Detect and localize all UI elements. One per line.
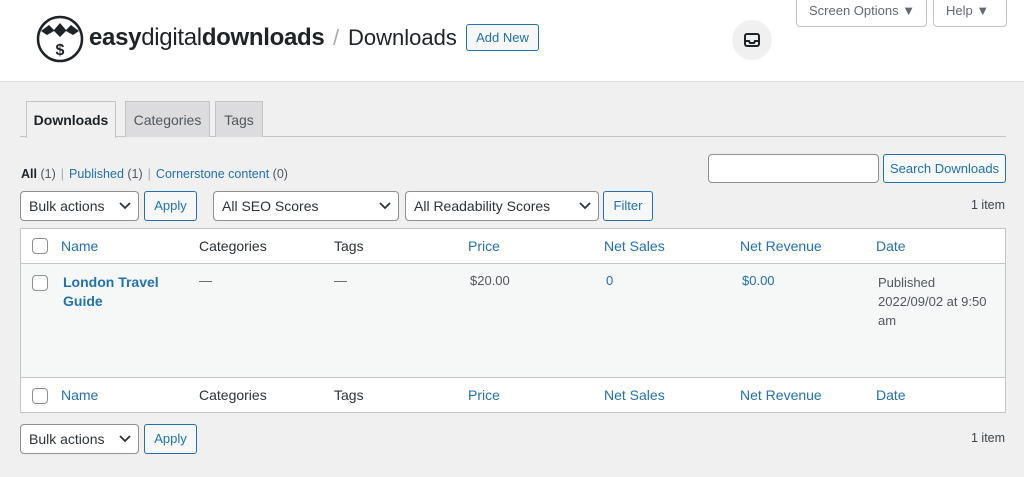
view-cornerstone-link[interactable]: Cornerstone content (0) [156,167,288,181]
cell-net-revenue[interactable]: $0.00 [742,273,775,288]
table-footer: Name Categories Tags Price Net Sales Net… [21,377,1005,412]
view-separator: | [60,167,64,181]
cell-tags: — [334,273,347,288]
seo-scores-select[interactable]: All SEO Scores [213,191,399,221]
view-separator: | [147,167,151,181]
brand-part-3: downloads [201,24,325,51]
column-net-revenue[interactable]: Net Revenue [740,238,822,254]
nav-tabs: Downloads Categories Tags [20,101,1006,138]
brand-part-1: easy [89,24,142,51]
column-name[interactable]: Name [61,238,98,254]
svg-text:$: $ [56,42,65,59]
chevron-down-icon [579,202,591,210]
table-header: Name Categories Tags Price Net Sales Net… [21,229,1005,264]
column-net-revenue[interactable]: Net Revenue [740,387,822,403]
view-all-count: (1) [40,167,56,181]
chevron-down-icon [119,202,131,210]
help-button[interactable]: Help ▼ [933,0,1007,27]
view-published-count: (1) [127,167,143,181]
tab-tags[interactable]: Tags [215,101,263,137]
view-all-label: All [21,167,37,181]
bulk-actions-select-top[interactable]: Bulk actions [20,191,139,221]
bulk-actions-select-bottom[interactable]: Bulk actions [20,424,139,454]
view-filters: All (1) | Published (1) | Cornerstone conten… [21,167,288,181]
column-price[interactable]: Price [468,238,500,254]
search-input[interactable] [708,154,879,183]
cell-net-sales[interactable]: 0 [606,273,613,288]
seo-scores-value: All SEO Scores [222,198,319,214]
tab-downloads[interactable]: Downloads [26,101,116,138]
apply-button-top[interactable]: Apply [144,191,197,221]
column-date[interactable]: Date [876,387,906,403]
select-all-checkbox-bottom[interactable] [32,388,48,404]
view-all-link[interactable]: All (1) [21,167,56,181]
cell-price: $20.00 [470,273,510,288]
chevron-down-icon [379,202,391,210]
inbox-icon [744,33,760,47]
readability-scores-value: All Readability Scores [414,198,551,214]
column-name[interactable]: Name [61,387,98,403]
bulk-actions-value: Bulk actions [29,431,105,447]
view-cornerstone-label: Cornerstone content [155,167,270,181]
column-categories: Categories [199,387,267,403]
items-count-top: 1 item [971,198,1006,212]
inbox-button[interactable] [732,20,772,60]
brand-part-2: digital [141,24,202,51]
column-date[interactable]: Date [876,238,906,254]
column-net-sales[interactable]: Net Sales [604,387,665,403]
column-tags: Tags [334,238,364,254]
readability-scores-select[interactable]: All Readability Scores [405,191,599,221]
table-row: London Travel Guide — — $20.00 0 $0.00 P… [21,264,1005,377]
cell-date: Published 2022/09/02 at 9:50 am [878,275,987,328]
downloads-table: Name Categories Tags Price Net Sales Net… [20,228,1006,413]
row-checkbox[interactable] [32,275,48,291]
items-count-bottom: 1 item [971,431,1006,445]
filter-button[interactable]: Filter [603,191,653,221]
tab-categories[interactable]: Categories [125,101,210,137]
search-downloads-button[interactable]: Search Downloads [883,154,1006,183]
cell-categories: — [199,273,212,288]
select-all-checkbox[interactable] [32,238,48,254]
view-published-label: Published [69,167,124,181]
add-new-button[interactable]: Add New [466,24,539,51]
download-title-link[interactable]: London Travel Guide [63,273,173,311]
column-price[interactable]: Price [468,387,500,403]
apply-button-bottom[interactable]: Apply [144,424,197,454]
edd-logo-icon[interactable]: $ [35,15,85,63]
view-cornerstone-count: (0) [272,167,288,181]
column-net-sales[interactable]: Net Sales [604,238,665,254]
column-categories: Categories [199,238,267,254]
title-separator: / [333,25,340,50]
chevron-down-icon [119,435,131,443]
bulk-actions-value: Bulk actions [29,198,105,214]
view-published-link[interactable]: Published (1) [69,167,143,181]
brand-name[interactable]: easydigitaldownloads [89,24,325,52]
screen-options-button[interactable]: Screen Options ▼ [796,0,927,27]
column-tags: Tags [334,387,364,403]
page-title: Downloads [348,25,457,50]
